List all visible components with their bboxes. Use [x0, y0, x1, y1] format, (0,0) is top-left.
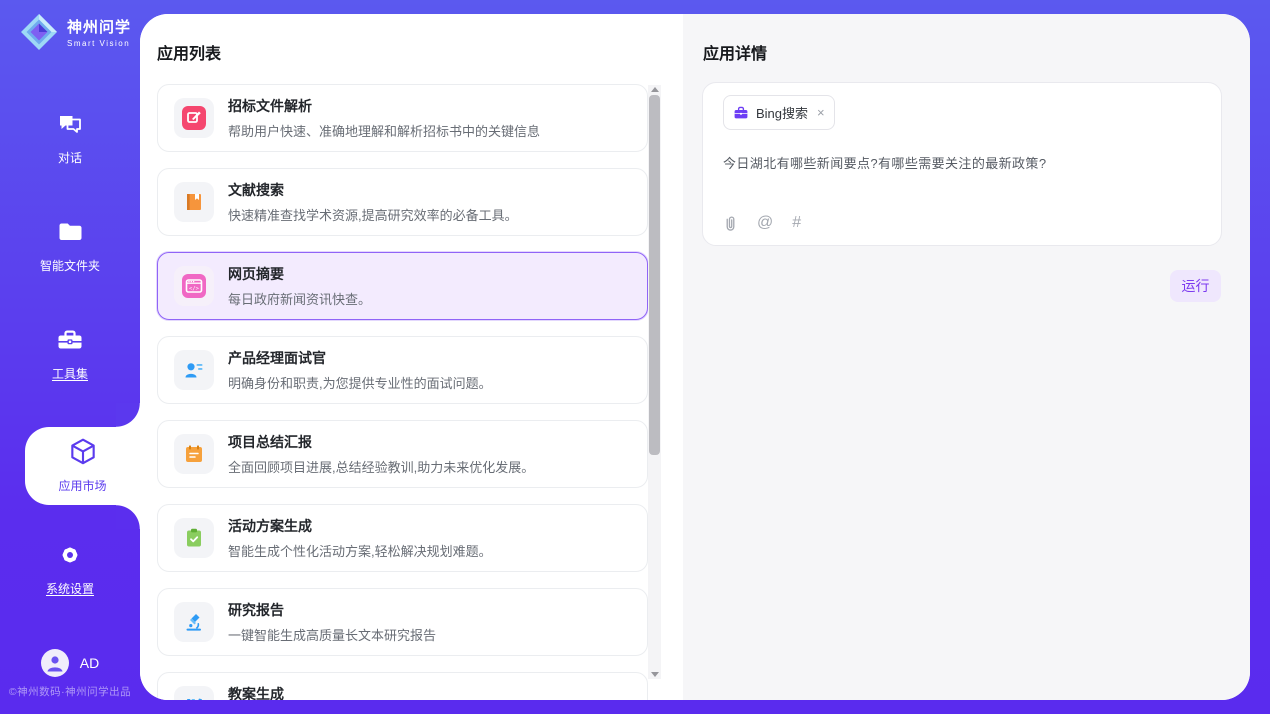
clipboard-check-icon — [182, 526, 206, 550]
book-icon — [182, 190, 206, 214]
app-name: 活动方案生成 — [228, 516, 492, 536]
prompt-input[interactable]: 今日湖北有哪些新闻要点?有哪些需要关注的最新政策? — [723, 153, 1201, 172]
app-list-title: 应用列表 — [157, 40, 221, 64]
gear-icon — [56, 541, 84, 569]
app-card-literature-search[interactable]: 文献搜索 快速精准查找学术资源,提高研究效率的必备工具。 — [157, 168, 648, 236]
app-card-bid-document-parse[interactable]: 招标文件解析 帮助用户快速、准确地理解和解析招标书中的关键信息 — [157, 84, 648, 152]
user-account[interactable]: AD — [0, 649, 140, 677]
app-card-project-summary[interactable]: 项目总结汇报 全面回顾项目进展,总结经验教训,助力未来优化发展。 — [157, 420, 648, 488]
webpage-code-icon: </> — [182, 274, 206, 298]
cube-icon — [67, 436, 99, 468]
avatar-person-icon — [41, 649, 69, 677]
app-icon-wrap — [174, 350, 214, 390]
prompt-card: Bing搜索 × 今日湖北有哪些新闻要点?有哪些需要关注的最新政策? @ # — [702, 82, 1222, 246]
attach-toolbar: @ # — [723, 214, 801, 232]
scrollbar-thumb[interactable] — [649, 95, 660, 455]
report-note-icon — [182, 442, 206, 466]
edit-square-icon — [182, 106, 206, 130]
app-card-webpage-summary[interactable]: </> 网页摘要 每日政府新闻资讯快查。 — [157, 252, 648, 320]
books-icon — [182, 694, 206, 700]
brand: 神州问学 Smart Vision — [18, 11, 131, 53]
app-name: 产品经理面试官 — [228, 348, 492, 368]
paperclip-icon[interactable] — [723, 215, 738, 232]
app-name: 研究报告 — [228, 600, 436, 620]
app-icon-wrap — [174, 518, 214, 558]
scrollbar-up-icon[interactable] — [648, 85, 661, 95]
main-panel: 应用列表 招标文件解析 帮助用户快速、准确地理解和解析招标书中的关键信息 — [140, 14, 1250, 700]
sidebar-footer: ©神州数码·神州问学出品 — [0, 684, 140, 699]
app-icon-wrap — [174, 602, 214, 642]
app-list-panel: 应用列表 招标文件解析 帮助用户快速、准确地理解和解析招标书中的关键信息 — [140, 14, 683, 700]
sidebar-item-chat[interactable]: 对话 — [0, 110, 140, 166]
app-card-pm-interviewer[interactable]: 产品经理面试官 明确身份和职责,为您提供专业性的面试问题。 — [157, 336, 648, 404]
app-detail-title: 应用详情 — [703, 40, 767, 64]
hashtag-icon[interactable]: # — [792, 214, 801, 232]
sidebar: 神州问学 Smart Vision 对话 智能文件夹 工具集 — [0, 0, 140, 714]
sidebar-item-label: 智能文件夹 — [0, 257, 140, 274]
close-icon[interactable]: × — [817, 105, 825, 120]
app-desc: 帮助用户快速、准确地理解和解析招标书中的关键信息 — [228, 121, 540, 140]
toolbox-icon — [55, 326, 85, 354]
app-desc: 每日政府新闻资讯快查。 — [228, 289, 371, 308]
run-button[interactable]: 运行 — [1170, 270, 1221, 302]
sidebar-item-toolset[interactable]: 工具集 — [0, 326, 140, 382]
brand-tagline: Smart Vision — [67, 39, 131, 48]
app-desc: 快速精准查找学术资源,提高研究效率的必备工具。 — [228, 205, 518, 224]
app-desc: 明确身份和职责,为您提供专业性的面试问题。 — [228, 373, 492, 392]
tool-chip-bing-search[interactable]: Bing搜索 × — [723, 95, 835, 130]
sidebar-item-label: 系统设置 — [0, 580, 140, 597]
app-card-research-report[interactable]: 研究报告 一键智能生成高质量长文本研究报告 — [157, 588, 648, 656]
gem-diamond-icon — [18, 11, 60, 53]
folder-icon — [56, 218, 84, 246]
app-card-event-plan[interactable]: 活动方案生成 智能生成个性化活动方案,轻松解决规划难题。 — [157, 504, 648, 572]
app-name: 项目总结汇报 — [228, 432, 534, 452]
app-name: 文献搜索 — [228, 180, 518, 200]
app-desc: 智能生成个性化活动方案,轻松解决规划难题。 — [228, 541, 492, 560]
app-card-lesson-plan[interactable]: 教案生成 模板驱动,教案秒成,教学准备从此轻松快捷 — [157, 672, 648, 700]
sidebar-item-label: 应用市场 — [25, 477, 140, 494]
mention-icon[interactable]: @ — [757, 214, 773, 232]
sidebar-item-label: 对话 — [0, 149, 140, 166]
app-icon-wrap — [174, 434, 214, 474]
tool-chip-label: Bing搜索 — [756, 103, 808, 122]
sidebar-item-smart-folder[interactable]: 智能文件夹 — [0, 218, 140, 274]
sidebar-item-label: 工具集 — [0, 365, 140, 382]
app-list: 招标文件解析 帮助用户快速、准确地理解和解析招标书中的关键信息 文献搜索 快速精… — [157, 84, 648, 700]
sidebar-item-settings[interactable]: 系统设置 — [0, 541, 140, 597]
app-desc: 全面回顾项目进展,总结经验教训,助力未来优化发展。 — [228, 457, 534, 476]
microscope-icon — [182, 610, 206, 634]
user-initials: AD — [80, 655, 99, 671]
app-name: 教案生成 — [228, 684, 469, 700]
briefcase-icon — [733, 105, 749, 121]
brand-name: 神州问学 — [67, 16, 131, 37]
scrollbar-down-icon[interactable] — [648, 669, 661, 679]
chat-bubbles-icon — [56, 110, 84, 138]
app-name: 招标文件解析 — [228, 96, 540, 116]
app-icon-wrap — [174, 182, 214, 222]
app-detail-panel: 应用详情 Bing搜索 × 今日湖北有哪些新闻要点?有哪些需要关注的最新政策? … — [683, 14, 1250, 700]
app-icon-wrap: </> — [174, 266, 214, 306]
app-icon-wrap — [174, 98, 214, 138]
svg-text:</>: </> — [189, 286, 200, 292]
sidebar-item-app-market[interactable]: 应用市场 — [25, 427, 140, 505]
app-desc: 一键智能生成高质量长文本研究报告 — [228, 625, 436, 644]
list-scrollbar[interactable] — [648, 85, 661, 679]
app-icon-wrap — [174, 686, 214, 700]
app-name: 网页摘要 — [228, 264, 371, 284]
interviewer-person-icon — [182, 358, 206, 382]
